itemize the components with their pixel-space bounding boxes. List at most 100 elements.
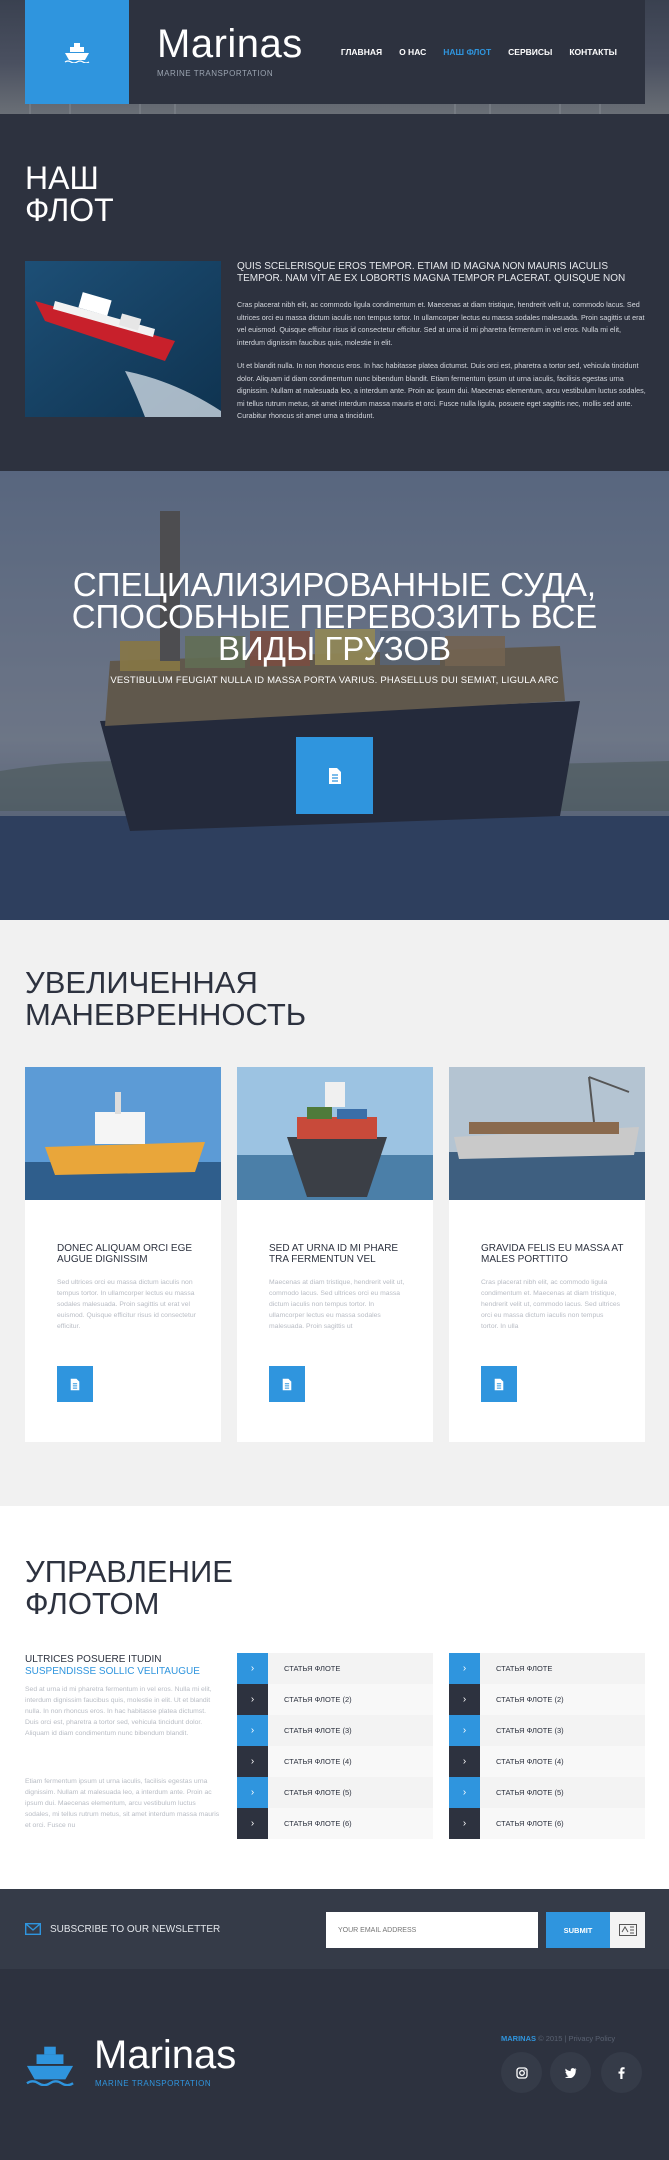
twitter-icon[interactable] (550, 2052, 591, 2093)
card-image (25, 1067, 221, 1200)
card-title: DONEC ALIQUAM ORCI EGE AUGUE DIGNISSIM (57, 1243, 193, 1265)
chevron-right-icon: › (449, 1653, 480, 1684)
list-item-label: СТАТЬЯ ФЛОТЕ (496, 1664, 553, 1673)
list-item-label: СТАТЬЯ ФЛОТЕ (4) (284, 1757, 352, 1766)
site-header: Marinas MARINE TRANSPORTATION ГЛАВНАЯ О … (0, 0, 669, 114)
hero-subheading: VESTIBULUM FEUGIAT NULLA ID MASSA PORTA … (110, 675, 559, 686)
nav-item-contacts[interactable]: КОНТАКТЫ (569, 47, 617, 57)
chevron-right-icon: › (237, 1684, 268, 1715)
list-item[interactable]: › СТАТЬЯ ФЛОТЕ (5) (237, 1777, 433, 1808)
fleet-lead: QUIS SCELERISQUE EROS TEMPOR. ETIAM ID M… (237, 261, 626, 284)
envelope-icon (25, 1923, 41, 1935)
chevron-right-icon: › (237, 1777, 268, 1808)
captcha-icon[interactable] (610, 1912, 645, 1948)
ship-icon (64, 43, 90, 63)
hero-heading: СПЕЦИАЛИЗИРОВАННЫЕ СУДА, СПОСОБНЫЕ ПЕРЕВ… (71, 566, 598, 667)
list-item-label: СТАТЬЯ ФЛОТЕ (2) (284, 1695, 352, 1704)
list-item[interactable]: › СТАТЬЯ ФЛОТЕ (4) (237, 1746, 433, 1777)
maneuver-heading-line2: МАНЕВРЕННОСТЬ (25, 997, 307, 1032)
card-title: SED AT URNA ID MI PHARE TRA FERMENTUN VE… (269, 1243, 399, 1265)
list-item-label: СТАТЬЯ ФЛОТЕ (5) (284, 1788, 352, 1797)
feature-card: SED AT URNA ID MI PHARE TRA FERMENTUN VE… (237, 1067, 433, 1442)
list-item[interactable]: › СТАТЬЯ ФЛОТЕ (2) (237, 1684, 433, 1715)
list-item[interactable]: › СТАТЬЯ ФЛОТЕ (5) (449, 1777, 645, 1808)
list-item[interactable]: › СТАТЬЯ ФЛОТЕ (3) (237, 1715, 433, 1746)
fleet-section: НАШ ФЛОТ QUIS SCELERISQUE EROS TEMPOR. E… (0, 114, 669, 471)
nav-item-about[interactable]: О НАС (399, 47, 426, 57)
article-list-a: › СТАТЬЯ ФЛОТЕ › СТАТЬЯ ФЛОТЕ (2) › СТАТЬЯ … (237, 1653, 433, 1839)
ship-icon[interactable] (25, 2042, 75, 2086)
brand: Marinas MARINE TRANSPORTATION (157, 22, 303, 78)
chevron-right-icon: › (237, 1653, 268, 1684)
card-text: Cras placerat nibh elit, ac commodo ligu… (481, 1279, 621, 1330)
fleet-paragraph-1: Cras placerat nibh elit, ac commodo ligu… (237, 300, 645, 347)
newsletter-submit-button[interactable]: SUBMIT (546, 1912, 610, 1948)
management-paragraph-2: Etiam fermentum ipsum ut urna iaculis, f… (25, 1778, 220, 1829)
list-item-label: СТАТЬЯ ФЛОТЕ (5) (496, 1788, 564, 1797)
management-kicker: ULTRICES POSUERE ITUDIN (25, 1654, 162, 1665)
document-icon (328, 767, 341, 784)
card-text: Maecenas at diam tristique, hendrerit ve… (269, 1279, 405, 1330)
card-image (449, 1067, 645, 1200)
main-nav: ГЛАВНАЯ О НАС НАШ ФЛОТ СЕРВИСЫ КОНТАКТЫ (341, 47, 617, 57)
hero-section: СПЕЦИАЛИЗИРОВАННЫЕ СУДА, СПОСОБНЫЕ ПЕРЕВ… (0, 471, 669, 920)
brand-name[interactable]: Marinas (157, 22, 303, 67)
chevron-right-icon: › (237, 1808, 268, 1839)
list-item[interactable]: › СТАТЬЯ ФЛОТЕ (2) (449, 1684, 645, 1715)
footer-brand-name[interactable]: Marinas (94, 2033, 236, 2078)
list-item[interactable]: › СТАТЬЯ ФЛОТЕ (6) (237, 1808, 433, 1839)
chevron-right-icon: › (449, 1715, 480, 1746)
copyright: MARINAS © 2015 | Privacy Policy (501, 2034, 615, 2043)
fleet-image (25, 261, 221, 417)
list-item[interactable]: › СТАТЬЯ ФЛОТЕ (6) (449, 1808, 645, 1839)
chevron-right-icon: › (449, 1746, 480, 1777)
site-footer: Marinas MARINE TRANSPORTATION MARINAS © … (0, 1969, 669, 2160)
list-item[interactable]: › СТАТЬЯ ФЛОТЕ (449, 1653, 645, 1684)
list-item-label: СТАТЬЯ ФЛОТЕ (6) (496, 1819, 564, 1828)
chevron-right-icon: › (449, 1777, 480, 1808)
hero-document-button[interactable] (296, 737, 373, 814)
hero-overlay (0, 471, 669, 920)
fleet-heading-line1: НАШ (25, 160, 99, 196)
instagram-icon[interactable] (501, 2052, 542, 2093)
nav-item-services[interactable]: СЕРВИСЫ (508, 47, 552, 57)
list-item-label: СТАТЬЯ ФЛОТЕ (3) (284, 1726, 352, 1735)
maneuver-heading-line1: УВЕЛИЧЕННАЯ (25, 965, 258, 1000)
list-item-label: СТАТЬЯ ФЛОТЕ (4) (496, 1757, 564, 1766)
logo[interactable] (25, 0, 129, 104)
copyright-text[interactable]: © 2015 | Privacy Policy (538, 2034, 615, 2043)
card-document-button[interactable] (269, 1366, 305, 1402)
card-document-button[interactable] (481, 1366, 517, 1402)
feature-card: DONEC ALIQUAM ORCI EGE AUGUE DIGNISSIM S… (25, 1067, 221, 1442)
nav-item-fleet[interactable]: НАШ ФЛОТ (443, 47, 491, 57)
list-item[interactable]: › СТАТЬЯ ФЛОТЕ (3) (449, 1715, 645, 1746)
newsletter-email-input[interactable] (326, 1912, 538, 1948)
brand-tagline: MARINE TRANSPORTATION (157, 69, 274, 78)
list-item-label: СТАТЬЯ ФЛОТЕ (284, 1664, 341, 1673)
fleet-heading: НАШ ФЛОТ (25, 162, 225, 226)
card-document-button[interactable] (57, 1366, 93, 1402)
document-icon (282, 1378, 292, 1390)
nav-item-home[interactable]: ГЛАВНАЯ (341, 47, 382, 57)
newsletter-label: SUBSCRIBE TO OUR NEWSLETTER (50, 1924, 221, 1935)
management-heading: УПРАВЛЕНИЕ ФЛОТОМ (25, 1556, 233, 1620)
management-paragraph-1: Sed at urna id mi pharetra fermentum in … (25, 1686, 212, 1737)
article-list-b: › СТАТЬЯ ФЛОТЕ › СТАТЬЯ ФЛОТЕ (2) › СТАТЬЯ … (449, 1653, 645, 1839)
chevron-right-icon: › (449, 1808, 480, 1839)
management-kicker-accent[interactable]: SUSPENDISSE SOLLIC VELITAUGUE (25, 1666, 200, 1677)
facebook-icon[interactable] (601, 2052, 642, 2093)
list-item[interactable]: › СТАТЬЯ ФЛОТЕ (4) (449, 1746, 645, 1777)
chevron-right-icon: › (237, 1746, 268, 1777)
list-item[interactable]: › СТАТЬЯ ФЛОТЕ (237, 1653, 433, 1684)
card-text: Sed ultrices orci eu massa dictum iaculi… (57, 1279, 196, 1330)
list-item-label: СТАТЬЯ ФЛОТЕ (6) (284, 1819, 352, 1828)
document-icon (494, 1378, 504, 1390)
maneuver-section: УВЕЛИЧЕННАЯ МАНЕВРЕННОСТЬ DONEC ALIQUAM … (0, 920, 669, 1506)
management-heading-line2: ФЛОТОМ (25, 1586, 160, 1621)
chevron-right-icon: › (237, 1715, 268, 1746)
copyright-brand: MARINAS (501, 2034, 536, 2043)
list-item-label: СТАТЬЯ ФЛОТЕ (2) (496, 1695, 564, 1704)
fleet-management-section: УПРАВЛЕНИЕ ФЛОТОМ ULTRICES POSUERE ITUDI… (0, 1506, 669, 1889)
feature-card: GRAVIDA FELIS EU MASSA AT MALES PORTTITO… (449, 1067, 645, 1442)
document-icon (70, 1378, 80, 1390)
